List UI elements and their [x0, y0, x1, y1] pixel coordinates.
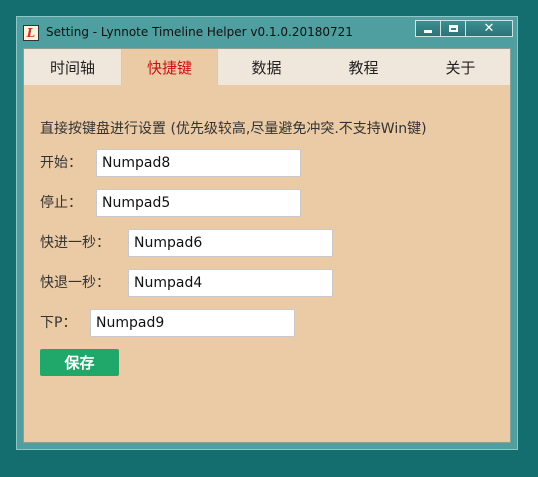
minimize-button[interactable] — [415, 20, 441, 37]
maximize-button[interactable] — [440, 20, 466, 37]
start-label: 开始： — [40, 155, 82, 171]
tab-data[interactable]: 数据 — [218, 49, 315, 85]
tab-tutorial[interactable]: 教程 — [315, 49, 412, 85]
minimize-icon — [424, 29, 432, 33]
hotkey-instructions: 直接按键盘进行设置 (优先级较高,尽量避免冲突.不支持Win键) — [40, 121, 427, 137]
stop-label: 停止： — [40, 195, 82, 211]
start-hotkey-input[interactable] — [96, 149, 301, 177]
tab-bar: 时间轴 快捷键 数据 教程 关于 — [24, 49, 510, 85]
window-controls: ✕ — [415, 20, 513, 37]
next-phase-label: 下P： — [40, 315, 77, 331]
tab-about[interactable]: 关于 — [412, 49, 509, 85]
settings-panel: 时间轴 快捷键 数据 教程 关于 直接按键盘进行设置 (优先级较高,尽量避免冲突… — [23, 48, 511, 443]
close-button[interactable]: ✕ — [465, 20, 513, 37]
next-phase-hotkey-input[interactable] — [90, 309, 295, 337]
window-title: Setting - Lynnote Timeline Helper v0.1.0… — [46, 25, 353, 39]
settings-window: L Setting - Lynnote Timeline Helper v0.1… — [16, 16, 518, 450]
app-icon: L — [23, 25, 39, 41]
close-icon: ✕ — [483, 21, 495, 36]
rewind-label: 快退一秒： — [40, 275, 110, 291]
tab-hotkeys[interactable]: 快捷键 — [121, 49, 218, 85]
forward-hotkey-input[interactable] — [128, 229, 333, 257]
save-button[interactable]: 保存 — [40, 349, 119, 376]
title-bar[interactable]: L Setting - Lynnote Timeline Helper v0.1… — [17, 17, 517, 48]
rewind-hotkey-input[interactable] — [128, 269, 333, 297]
forward-label: 快进一秒： — [40, 235, 110, 251]
stop-hotkey-input[interactable] — [96, 189, 301, 217]
maximize-icon — [448, 25, 458, 32]
tab-timeline[interactable]: 时间轴 — [24, 49, 121, 85]
